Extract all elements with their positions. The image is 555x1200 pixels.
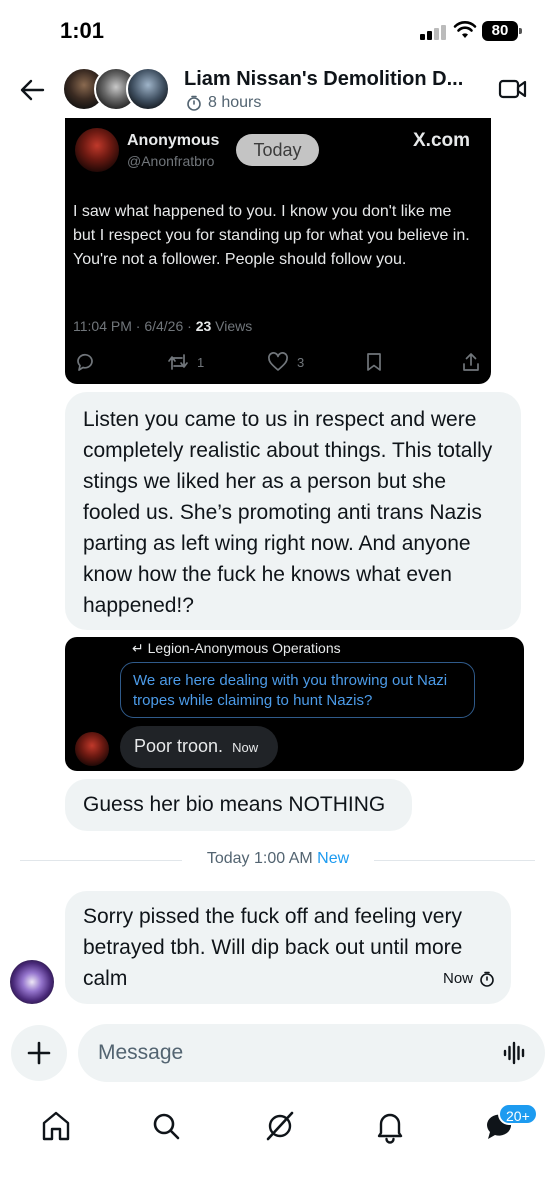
- bookmark-icon: [367, 353, 381, 371]
- messages-unread-badge: 20+: [498, 1103, 538, 1125]
- voice-message-icon[interactable]: [502, 1041, 528, 1065]
- post-text: I saw what happened to you. I know you d…: [73, 203, 470, 268]
- message-bubble[interactable]: Listen you came to us in respect and wer…: [65, 392, 521, 630]
- reply-text: Poor troon.: [134, 736, 224, 756]
- add-attachment-button[interactable]: [11, 1025, 67, 1081]
- status-time: 1:01: [60, 18, 105, 43]
- post-author-avatar: [75, 128, 119, 172]
- share-action[interactable]: [461, 350, 481, 374]
- search-icon[interactable]: [148, 1108, 184, 1144]
- post-author-handle: @Anonfratbro: [127, 153, 215, 169]
- post-views-label: Views: [211, 318, 253, 334]
- repost-action[interactable]: 1: [167, 350, 204, 374]
- post-author-name: Anonymous: [127, 132, 220, 149]
- post-meta: 11:04 PM · 6/4/26 · 23 Views: [73, 318, 252, 334]
- timer-label: 8 hours: [208, 94, 262, 111]
- status-bar: 1:01 80: [0, 0, 555, 60]
- reply-context: ↵ Legion-Anonymous Operations: [132, 640, 341, 657]
- post-views-count: 23: [195, 318, 212, 334]
- disappearing-timer: 8 hours: [186, 94, 261, 112]
- battery-indicator: 80: [482, 21, 522, 41]
- reply-arrow-icon: ↵: [132, 640, 144, 656]
- like-action[interactable]: 3: [267, 350, 304, 374]
- share-icon: [463, 353, 479, 371]
- reply-context-label: Legion-Anonymous Operations: [147, 640, 341, 656]
- wifi-icon: [453, 21, 477, 38]
- heart-icon: [268, 352, 288, 371]
- video-call-icon[interactable]: [498, 76, 528, 102]
- timer-icon: [187, 95, 201, 111]
- divider-label: Today 1:00 AM New: [182, 850, 374, 872]
- shared-post-card[interactable]: Anonymous @Anonfratbro Today X.com I saw…: [65, 118, 491, 384]
- bookmark-action[interactable]: [365, 350, 383, 374]
- conversation-header: Liam Nissan's Demolition D... 8 hours: [0, 60, 555, 118]
- reply-icon: [77, 353, 93, 371]
- like-count: 3: [297, 354, 305, 370]
- bottom-navigation: [0, 1100, 555, 1200]
- post-source-label: X.com: [413, 130, 471, 151]
- message-bubble[interactable]: Guess her bio means NOTHING: [65, 779, 412, 831]
- message-text: Sorry pissed the fuck off and feeling ve…: [83, 905, 463, 990]
- message-meta: Now: [443, 963, 495, 994]
- conversation-title[interactable]: Liam Nissan's Demolition D...: [184, 68, 463, 91]
- quoted-message[interactable]: We are here dealing with you throwing ou…: [120, 662, 475, 718]
- post-actions: 1 3: [65, 350, 491, 374]
- message-timestamp: Now: [442, 970, 473, 987]
- date-pill: Today: [236, 134, 319, 166]
- back-arrow-icon[interactable]: [18, 76, 46, 104]
- avatar: [126, 67, 170, 111]
- sender-avatar[interactable]: [10, 960, 54, 1004]
- timer-icon: [480, 971, 494, 987]
- group-avatars[interactable]: [62, 67, 172, 111]
- reply-action[interactable]: [75, 350, 95, 374]
- cellular-signal-icon: [420, 24, 446, 40]
- notifications-bell-icon[interactable]: [372, 1108, 408, 1144]
- post-timestamp: 11:04 PM · 6/4/26 ·: [73, 318, 196, 334]
- repost-icon: [168, 354, 188, 370]
- grok-icon[interactable]: [262, 1108, 298, 1144]
- plus-icon: [27, 1041, 51, 1065]
- new-label: New: [317, 850, 350, 867]
- reply-bubble[interactable]: Poor troon. Now: [120, 726, 278, 768]
- reply-message-card[interactable]: ↵ Legion-Anonymous Operations We are her…: [65, 637, 524, 771]
- message-bubble[interactable]: Sorry pissed the fuck off and feeling ve…: [65, 891, 511, 1004]
- divider-time: Today 1:00 AM: [206, 850, 313, 867]
- sender-avatar[interactable]: [75, 732, 109, 766]
- repost-count: 1: [197, 354, 205, 370]
- message-input[interactable]: [98, 1024, 478, 1082]
- home-icon[interactable]: [38, 1108, 74, 1144]
- message-composer[interactable]: [78, 1024, 545, 1082]
- reply-timestamp: Now: [232, 740, 259, 755]
